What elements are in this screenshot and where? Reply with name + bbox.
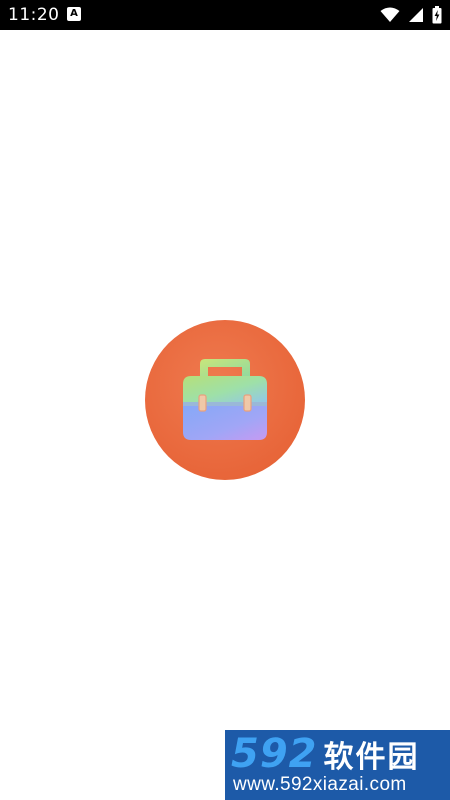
- app-logo: [145, 320, 305, 480]
- watermark-url: www.592xiazai.com: [233, 774, 407, 795]
- toolbox-icon: [183, 359, 267, 440]
- notification-a-icon: A: [67, 7, 81, 21]
- splash-screen: 11:20 A 592 软件园 www.592xiazai.com: [0, 0, 450, 800]
- status-icons: [380, 5, 442, 25]
- watermark-592-logo: 592 软件园 www.592xiazai.com: [225, 730, 450, 800]
- signal-icon: [408, 7, 424, 23]
- wifi-icon: [380, 7, 400, 23]
- status-bar: 11:20 A: [0, 0, 450, 30]
- watermark-brand: 592 软件园: [231, 732, 420, 780]
- watermark-brand-number: 592: [231, 731, 318, 777]
- status-time: 11:20: [8, 5, 60, 25]
- battery-charging-icon: [432, 6, 442, 24]
